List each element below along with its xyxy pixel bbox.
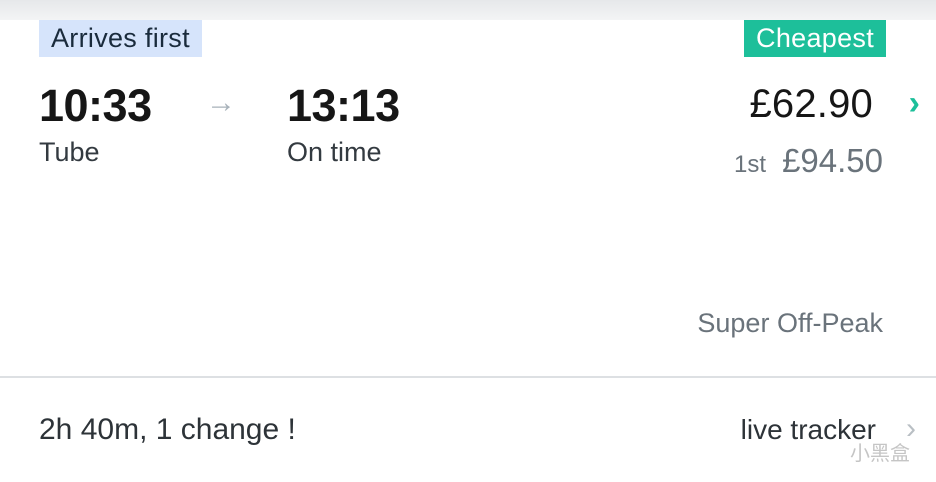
first-class-label: 1st	[734, 151, 767, 178]
chevron-right-icon[interactable]: ›	[909, 84, 920, 123]
ticket-type: Super Off-Peak	[697, 308, 883, 338]
divider	[0, 376, 936, 378]
arrival-status: On time	[287, 137, 382, 167]
arrow-right-icon: →	[206, 86, 236, 119]
journey-card[interactable]: Arrives first Cheapest 10:33 → 13:13 Tub…	[0, 20, 936, 376]
cheapest-badge: Cheapest	[744, 20, 886, 57]
top-strip	[0, 0, 936, 20]
first-class-price-row: 1st £94.50	[734, 142, 883, 180]
standard-price: £62.90	[749, 82, 873, 126]
first-class-price: £94.50	[782, 142, 883, 179]
arrival-time: 13:13	[287, 80, 400, 131]
departure-mode: Tube	[39, 137, 100, 167]
arrives-first-badge: Arrives first	[39, 20, 202, 57]
departure-time: 10:33	[39, 80, 152, 131]
journey-summary: 2h 40m, 1 change !	[39, 413, 296, 446]
watermark-logo: 小黑盒	[850, 441, 910, 465]
